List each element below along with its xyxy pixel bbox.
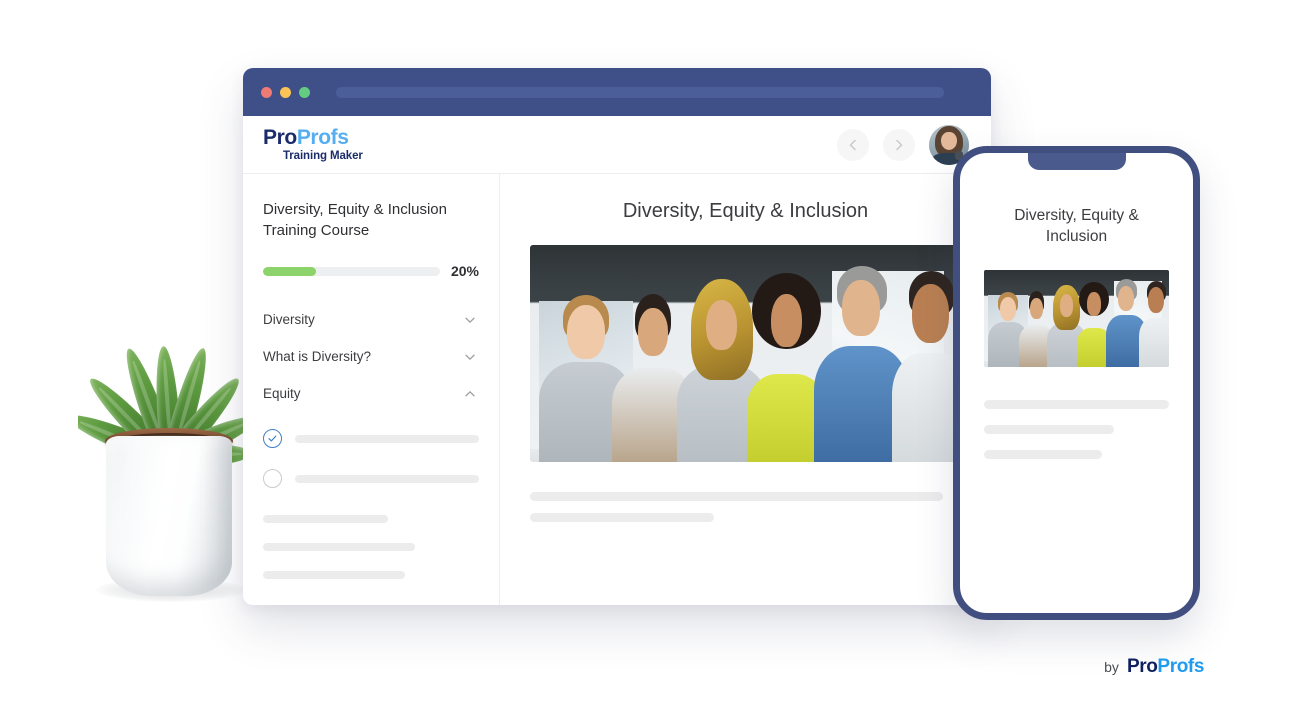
text-placeholder-bar [530,492,943,501]
plant-leaf [82,371,171,462]
minimize-window-button[interactable] [280,86,291,98]
sidebar-item-diversity[interactable]: Diversity [263,301,479,338]
course-title: Diversity, Equity & Inclusion Training C… [263,201,447,239]
photo-person [1139,279,1169,367]
progress-track [263,266,440,276]
plant-leaf [178,442,252,467]
previous-button[interactable] [837,128,869,161]
proprofs-logo[interactable]: ProProfs Training Maker [263,127,363,163]
photo-person [892,267,961,462]
logo-tagline: Training Maker [283,149,363,162]
phone-screen: Diversity, Equity & Inclusion [960,153,1193,459]
plant-leaf [166,371,247,462]
phone-mockup: Diversity, Equity & Inclusion [953,146,1200,620]
next-button[interactable] [883,128,915,161]
sidebar-item-equity[interactable]: Equity [263,375,479,412]
chevron-up-icon [465,391,475,397]
plant-shadow [96,578,246,602]
pebble [134,441,141,446]
proprofs-footer-logo[interactable]: ProProfs [1127,656,1204,678]
course-progress: 20% [263,263,479,279]
app-body: Diversity, Equity & Inclusion Training C… [243,174,991,605]
app-header: ProProfs Training Maker [243,116,991,174]
window-controls [261,86,310,98]
team-photo [530,245,961,462]
app-header-actions [837,124,969,165]
address-bar[interactable] [336,86,944,98]
progress-percent-label: 20% [450,263,479,280]
decorative-plant [78,268,264,606]
phone-page-title: Diversity, Equity & Inclusion [1014,207,1139,246]
pebble [148,445,154,449]
text-placeholder-bar [984,399,1169,409]
browser-titlebar [243,68,991,116]
empty-circle-icon [263,469,282,489]
plant-leaf [78,407,164,465]
chevron-left-icon [849,139,856,150]
maximize-window-button[interactable] [299,86,310,98]
pebble [204,444,210,448]
plant-leaf [152,345,182,455]
logo-profs-text: Profs [296,125,349,149]
lesson-hero-image [530,245,961,462]
plant-leaf [162,345,214,458]
close-window-button[interactable] [261,86,272,98]
page-title: Diversity, Equity & Inclusion [622,200,869,222]
lesson-text-placeholders [530,492,961,522]
text-placeholder-bar [984,449,1103,459]
plant-leaf [118,344,178,458]
phone-notch [1027,153,1126,170]
phone-hero-image [984,269,1169,367]
text-placeholder-bar [263,571,405,580]
avatar-face [941,131,957,151]
credit-by-label: by [1104,659,1119,675]
check-circle-icon [263,429,282,449]
text-placeholder-bar [263,515,388,524]
pebble [190,441,198,446]
team-photo [984,269,1169,367]
list-item[interactable] [263,429,479,449]
text-placeholder-bar [263,543,415,552]
plant-pot [106,436,232,596]
chevron-down-icon [465,354,475,360]
list-item[interactable] [263,469,479,489]
chevron-down-icon [465,317,475,323]
course-sidebar: Diversity, Equity & Inclusion Training C… [243,174,500,605]
browser-window: ProProfs Training Maker Diversity, Equit… [243,68,991,605]
logo-wordmark: ProProfs [263,127,363,148]
sidebar-item-label: Diversity [263,312,315,328]
pot-soil [118,435,220,450]
phone-text-placeholders [984,399,1169,459]
credit-pro-text: Pro [1126,656,1158,677]
sidebar-item-label: Equity [263,386,301,402]
pot-rim [105,428,233,454]
sidebar-item-label: What is Diversity? [263,349,372,365]
lesson-content: Diversity, Equity & Inclusion [500,174,991,605]
logo-pro-text: Pro [263,125,297,149]
credit-profs-text: Profs [1157,656,1204,677]
progress-fill [263,266,317,276]
check-icon [268,435,277,442]
pot-rim-inner [114,433,224,451]
chevron-right-icon [896,139,903,150]
text-placeholder-bar [984,424,1114,434]
text-placeholder-bar [530,513,714,522]
list-item-placeholder [295,434,479,443]
sidebar-item-what-is-diversity[interactable]: What is Diversity? [263,338,479,375]
footer-credit: by ProProfs [1104,656,1204,678]
list-item-placeholder [295,474,479,483]
